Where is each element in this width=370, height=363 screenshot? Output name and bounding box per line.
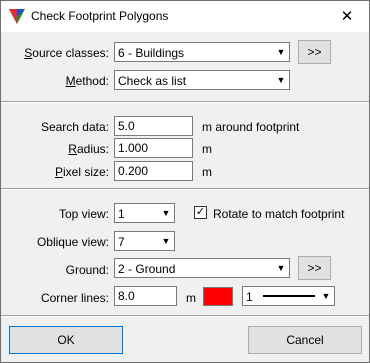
source-classes-label: Source classes: <box>24 46 109 60</box>
search-data-label: Search data: <box>40 120 109 134</box>
radius-unit: m <box>202 142 212 156</box>
corner-line-color-swatch[interactable] <box>203 287 233 306</box>
radius-input[interactable]: 1.000 <box>114 138 193 158</box>
separator <box>1 101 369 103</box>
separator <box>1 315 369 317</box>
oblique-view-label: Oblique view: <box>36 235 109 249</box>
ground-value: 2 - Ground <box>118 262 176 276</box>
window-title: Check Footprint Polygons <box>31 9 169 23</box>
method-value: Check as list <box>118 74 187 88</box>
separator <box>1 188 369 190</box>
chevron-down-icon: ▼ <box>276 47 286 57</box>
pixel-size-unit: m <box>202 165 212 179</box>
chevron-down-icon: ▼ <box>321 291 331 301</box>
corner-lines-input[interactable]: 8.0 <box>114 286 177 306</box>
search-data-input[interactable]: 5.0 <box>114 116 193 136</box>
rotate-label: Rotate to match footprint <box>213 207 345 221</box>
ok-button[interactable]: OK <box>9 326 123 354</box>
oblique-view-value: 7 <box>118 235 125 249</box>
radius-label: Radius: <box>68 142 109 156</box>
chevron-down-icon: ▼ <box>276 263 286 273</box>
top-view-label: Top view: <box>58 207 109 221</box>
ground-label: Ground: <box>65 263 109 277</box>
corner-lines-label: Corner lines: <box>40 291 109 305</box>
method-label: Method: <box>65 74 109 88</box>
chevron-down-icon: ▼ <box>161 236 171 246</box>
chevron-down-icon: ▼ <box>276 75 286 85</box>
source-classes-value: 6 - Buildings <box>118 46 185 60</box>
method-select[interactable]: Check as list ▼ <box>114 70 290 90</box>
top-view-select[interactable]: 1 ▼ <box>114 203 175 223</box>
dialog-window: Check Footprint Polygons ✕ Source classe… <box>0 0 370 363</box>
source-classes-select[interactable]: 6 - Buildings ▼ <box>114 42 290 62</box>
close-icon: ✕ <box>340 8 354 25</box>
line-sample <box>263 295 315 297</box>
cancel-button[interactable]: Cancel <box>248 326 362 354</box>
line-weight-value: 1 <box>246 290 253 304</box>
ground-more-button[interactable]: >> <box>298 256 331 280</box>
title-bar: Check Footprint Polygons ✕ <box>1 1 369 32</box>
chevron-down-icon: ▼ <box>161 208 171 218</box>
oblique-view-select[interactable]: 7 ▼ <box>114 231 175 251</box>
search-data-unit: m around footprint <box>202 120 300 134</box>
corner-lines-unit: m <box>186 291 196 305</box>
rotate-checkbox[interactable]: ✓ <box>194 206 207 219</box>
source-classes-more-button[interactable]: >> <box>298 40 331 64</box>
pixel-size-label: Pixel size: <box>54 165 109 179</box>
top-view-value: 1 <box>118 207 125 221</box>
line-weight-select[interactable]: 1 ▼ <box>242 286 335 306</box>
app-logo-icon <box>9 9 25 24</box>
close-button[interactable]: ✕ <box>325 1 369 32</box>
pixel-size-input[interactable]: 0.200 <box>114 161 193 181</box>
ground-select[interactable]: 2 - Ground ▼ <box>114 258 290 278</box>
